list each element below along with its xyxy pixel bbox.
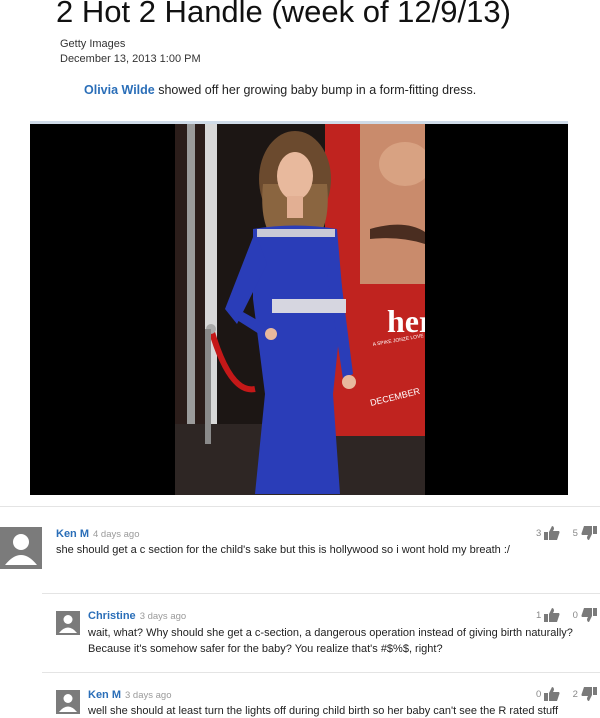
avatar[interactable] — [0, 527, 42, 569]
photo-credit: Getty Images — [60, 38, 126, 50]
comment-time: 4 days ago — [93, 529, 140, 540]
photo-caption: Olivia Wilde showed off her growing baby… — [84, 83, 476, 97]
comment-divider — [0, 506, 600, 507]
comment-divider — [42, 593, 600, 594]
article-title: 2 Hot 2 Handle (week of 12/9/13) — [56, 0, 511, 29]
article-photo[interactable]: her A SPIKE JONZE LOVE STORY DECEMBER — [175, 124, 425, 495]
vote-controls: 3 5 — [536, 526, 597, 540]
photo-viewer: her A SPIKE JONZE LOVE STORY DECEMBER — [30, 121, 568, 495]
thumbs-down-icon[interactable] — [581, 608, 597, 622]
downvote-count: 5 — [572, 527, 578, 539]
upvote-count: 0 — [536, 688, 542, 700]
comment-text: she should get a c section for the child… — [56, 544, 510, 556]
upvote-count: 3 — [536, 527, 542, 539]
downvote-count: 0 — [572, 609, 578, 621]
comment-text: well she should at least turn the lights… — [88, 705, 559, 717]
comment-text-line: Because it's somehow safer for the baby?… — [88, 643, 443, 655]
vote-controls: 0 2 — [536, 687, 597, 701]
thumbs-up-icon[interactable] — [543, 608, 560, 622]
comment-author[interactable]: Christine 3 days ago — [88, 610, 186, 622]
comment-divider — [42, 672, 600, 673]
comment-time: 3 days ago — [125, 690, 172, 701]
comment-time: 3 days ago — [139, 611, 187, 622]
upvote-count: 1 — [536, 609, 542, 621]
article-date: December 13, 2013 1:00 PM — [60, 53, 201, 65]
downvote-count: 2 — [572, 688, 578, 700]
avatar[interactable] — [56, 690, 80, 714]
thumbs-down-icon[interactable] — [581, 526, 597, 540]
comment-author[interactable]: Ken M4 days ago — [56, 528, 139, 540]
comment-text-line: wait, what? Why should she get a c-secti… — [88, 627, 573, 639]
thumbs-up-icon[interactable] — [543, 687, 560, 701]
vote-controls: 1 0 — [536, 608, 597, 622]
thumbs-down-icon[interactable] — [581, 687, 597, 701]
comment-author[interactable]: Ken M3 days ago — [88, 689, 171, 701]
avatar[interactable] — [56, 611, 80, 635]
caption-celebrity-link[interactable]: Olivia Wilde — [84, 83, 155, 97]
thumbs-up-icon[interactable] — [543, 526, 560, 540]
caption-text: showed off her growing baby bump in a fo… — [154, 83, 477, 97]
